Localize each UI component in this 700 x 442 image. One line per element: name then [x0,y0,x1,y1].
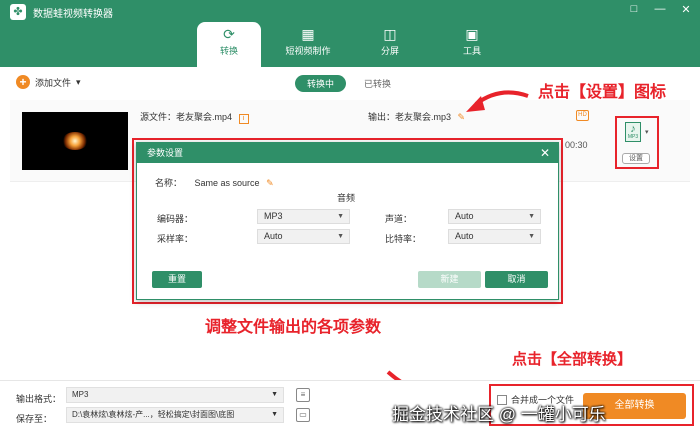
chevron-down-icon[interactable]: ▾ [76,77,81,88]
chevron-down-icon: ▼ [271,411,278,418]
tab-label: 转换 [219,46,238,56]
settings-button[interactable]: 设置 [622,153,650,164]
tab-label: 短视频制作 [285,46,331,56]
tab-convert[interactable]: ⟳ 转换 [197,22,261,67]
close-icon[interactable]: ✕ [540,143,550,163]
output-file-label: 输出：老友聚会.mp3 [368,112,452,122]
save-to-label: 保存至： [16,414,53,424]
channel-select[interactable]: Auto ▼ [448,209,541,224]
output-format-select[interactable]: MP3 ▼ [66,387,284,403]
save-path-value: D:\袁林炫\袁林炫-产...，轻松搞定\封面图\底图 [72,410,235,419]
document-icon[interactable]: ≡ [296,388,310,402]
encoder-label: 编码器： [157,214,194,224]
settings-dialog: 参数设置 ✕ 名称： Same as source ✎ 音频 编码器： MP3 ▼… [136,142,559,300]
sample-rate-label: 采样率： [157,234,194,244]
format-icon-label: MP3 [627,134,639,140]
info-icon[interactable]: i [238,114,249,124]
annotation-params: 调整文件输出的各项参数 [205,319,382,336]
source-file-label: 源文件：老友聚会.mp4 [140,112,233,122]
sample-rate-select[interactable]: Auto ▼ [257,229,350,244]
dialog-header: 参数设置 ✕ [137,143,558,163]
name-label: 名称： [155,178,183,188]
app-title: 数据蛙视频转换器 [33,9,113,20]
window-controls: □ — ✕ [628,3,692,16]
app-logo-icon: ✤ [10,4,26,20]
app-window: ✤ 数据蛙视频转换器 □ — ✕ ⟳ 转换 ▦ 短视频制作 ◫ 分屏 ▣ 工具 … [0,0,700,442]
tab-short-video[interactable]: ▦ 短视频制作 [276,22,340,67]
chevron-down-icon: ▼ [528,213,535,220]
film-icon: ▦ [301,26,315,42]
video-thumbnail[interactable] [22,112,128,170]
dialog-title: 参数设置 [147,148,184,158]
output-format-value: MP3 [72,390,89,399]
status-toggle: 转换中 已转换 [295,75,403,92]
bitrate-label: 比特率： [385,234,422,244]
add-file-button[interactable]: + 添加文件 ▾ [16,75,81,89]
audio-section-label: 音频 [337,193,356,203]
profile-name-row: 名称： Same as source ✎ [155,176,274,189]
hd-icon[interactable]: HD [576,110,589,121]
tab-converting[interactable]: 转换中 [295,75,347,92]
split-screen-icon: ◫ [383,26,397,42]
toolbox-icon: ▣ [465,26,479,42]
channel-label: 声道： [385,214,413,224]
edit-icon[interactable]: ✎ [458,112,466,122]
header: ✤ 数据蛙视频转换器 □ — ✕ ⟳ 转换 ▦ 短视频制作 ◫ 分屏 ▣ 工具 [0,0,700,67]
chevron-down-icon: ▼ [271,391,278,398]
folder-icon[interactable]: ▭ [296,408,310,422]
tab-label: 分屏 [380,46,399,56]
tab-converted[interactable]: 已转换 [352,75,403,92]
plus-icon: + [16,75,30,89]
add-file-label: 添加文件 [35,77,72,88]
encoder-value: MP3 [264,211,283,221]
settings-highlight: ♪ MP3 ▾ 设置 [615,116,659,169]
chevron-down-icon: ▼ [337,233,344,240]
chevron-down-icon[interactable]: ▾ [645,128,649,136]
edit-icon[interactable]: ✎ [266,178,274,188]
channel-value: Auto [455,211,474,221]
bitrate-value: Auto [455,231,474,241]
chevron-down-icon: ▼ [528,233,535,240]
sample-rate-value: Auto [264,231,283,241]
annotation-settings: 点击【设置】图标 [538,84,667,101]
cancel-button[interactable]: 取消 [485,271,548,288]
save-path-select[interactable]: D:\袁林炫\袁林炫-产...，轻松搞定\封面图\底图 ▼ [66,407,284,423]
annotation-convert: 点击【全部转换】 [512,351,633,368]
convert-icon: ⟳ [223,26,235,42]
close-icon[interactable]: ✕ [680,3,692,16]
thumbnail-light [62,132,88,150]
new-button[interactable]: 新建 [418,271,481,288]
minimize-icon[interactable]: — [654,3,666,16]
bitrate-select[interactable]: Auto ▼ [448,229,541,244]
output-format-label: 输出格式： [16,394,62,404]
output-file-info: 输出：老友聚会.mp3 ✎ [368,110,465,123]
tab-split-screen[interactable]: ◫ 分屏 [358,22,422,67]
maximize-icon[interactable]: □ [628,3,640,16]
chevron-down-icon: ▼ [337,213,344,220]
reset-button[interactable]: 重置 [152,271,202,288]
music-format-icon[interactable]: ♪ MP3 [625,122,641,142]
encoder-select[interactable]: MP3 ▼ [257,209,350,224]
watermark: 掘金技术社区 @ 一罐小可乐 [392,405,606,424]
source-file-info: 源文件：老友聚会.mp4 i [140,110,249,124]
tab-tools[interactable]: ▣ 工具 [440,22,504,67]
name-value: Same as source [194,178,260,188]
duration: 00:30 [565,140,588,150]
tab-label: 工具 [462,46,481,56]
